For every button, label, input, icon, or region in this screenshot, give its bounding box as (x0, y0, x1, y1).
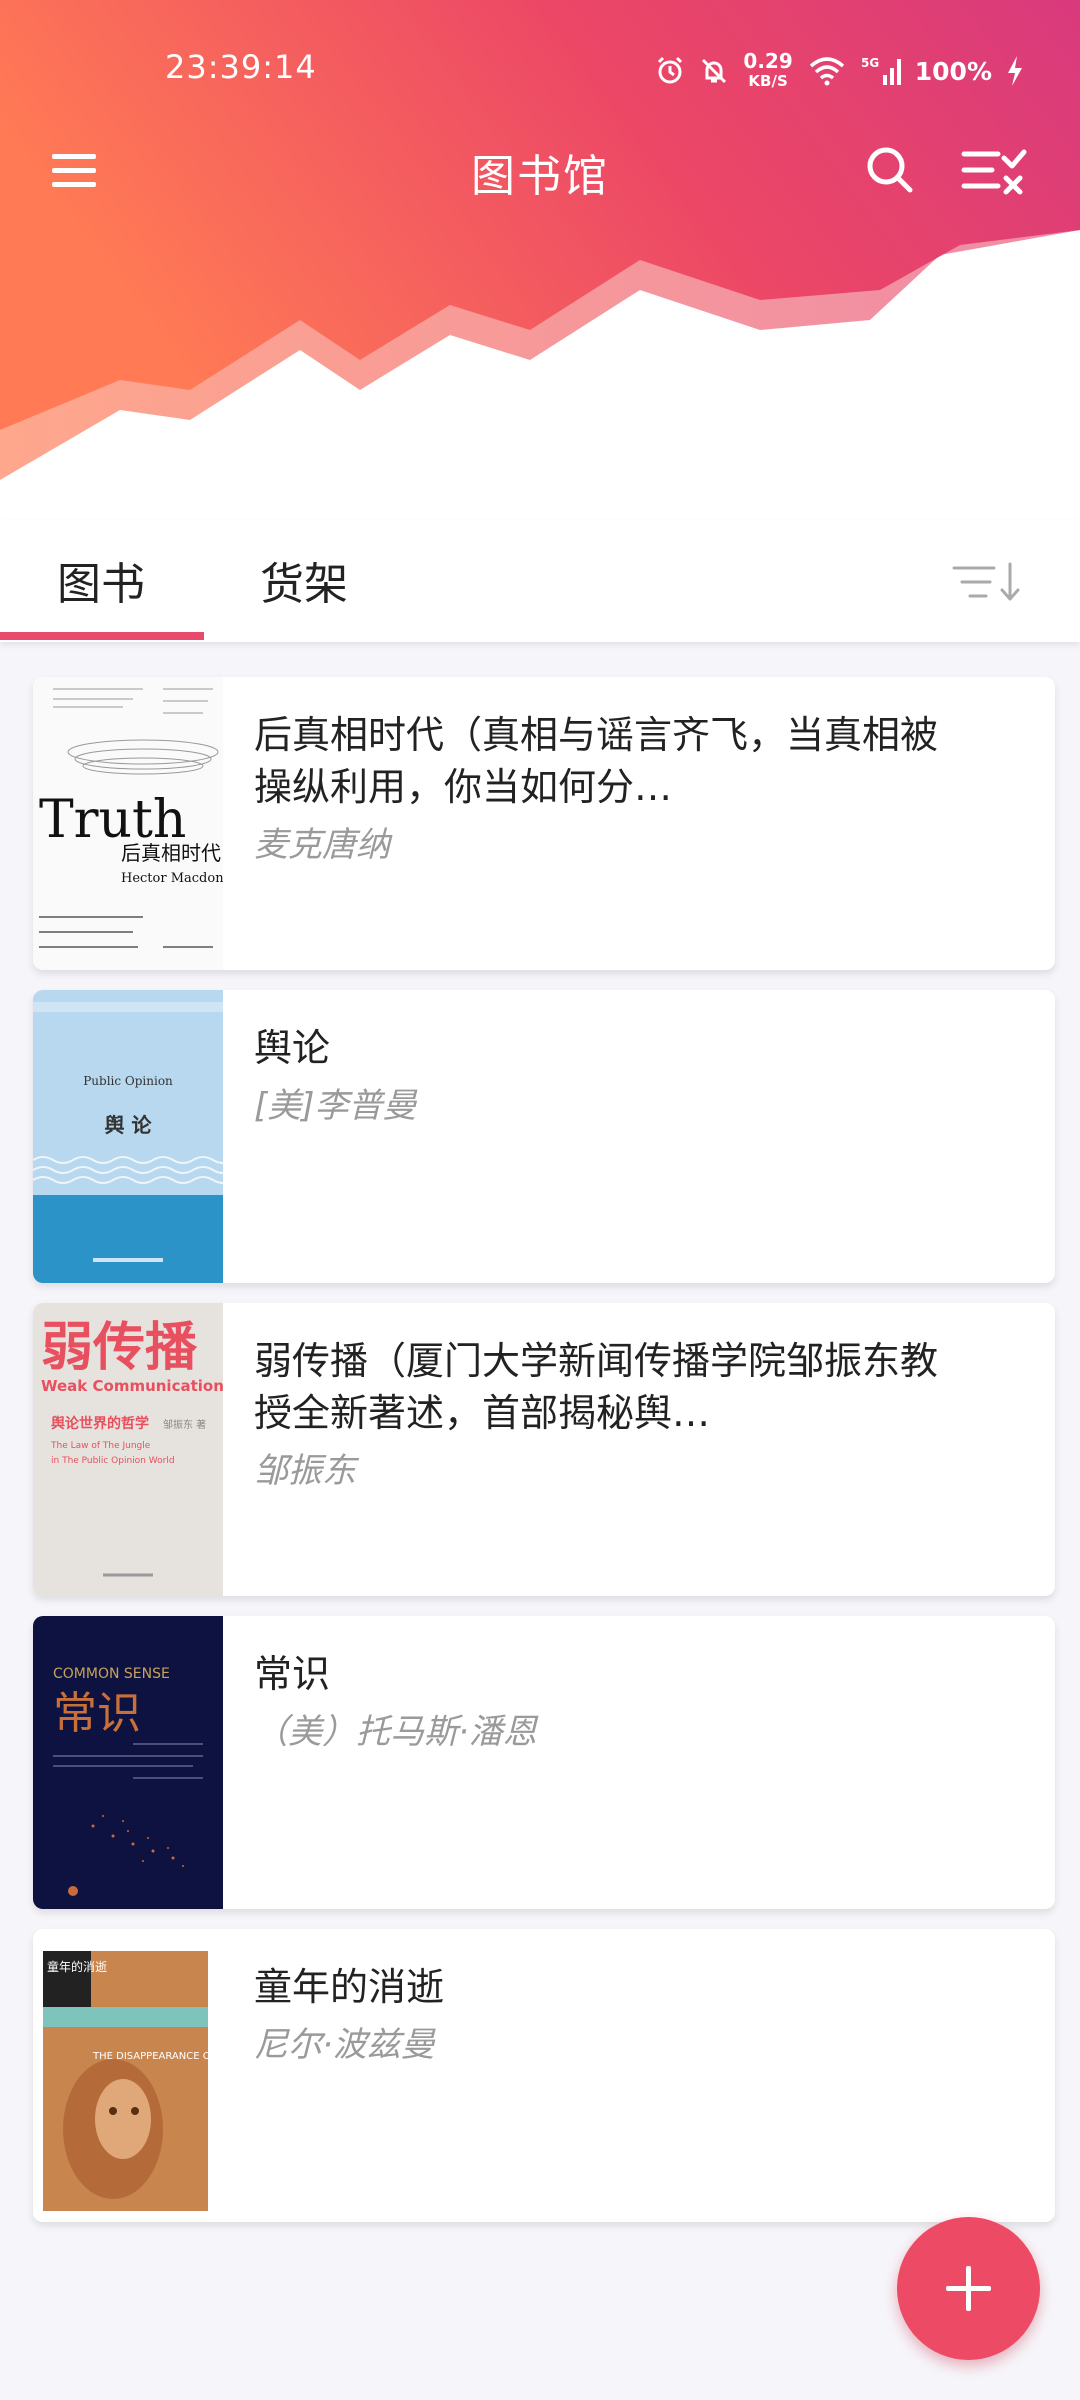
tab-indicator (0, 632, 204, 640)
svg-text:Public Opinion: Public Opinion (83, 1074, 173, 1088)
svg-text:舆论世界的哲学: 舆论世界的哲学 (51, 1415, 149, 1432)
app-bar: 图书馆 (0, 130, 1080, 210)
mute-icon (702, 58, 727, 84)
book-card[interactable]: 弱传播 Weak Communication 舆论世界的哲学 邹振东 著 The… (33, 1303, 1055, 1596)
book-card[interactable]: Public Opinion 舆 论 舆论 [美]李普曼 (33, 990, 1055, 1283)
svg-text:Hector Macdonald: Hector Macdonald (121, 871, 223, 886)
select-check-icon[interactable] (958, 138, 1028, 202)
tab-bar: 图书 货架 (0, 520, 1080, 642)
svg-text:in The Public Opinion World: in The Public Opinion World (51, 1456, 175, 1466)
alarm-icon (658, 56, 683, 84)
book-card[interactable]: COMMON SENSE 常识 常识 （美）托马斯·潘恩 (33, 1616, 1055, 1909)
book-author: 麦克唐纳 (254, 825, 390, 865)
wifi-icon (809, 57, 844, 86)
svg-text:COMMON SENSE: COMMON SENSE (53, 1666, 170, 1682)
svg-text:常识: 常识 (53, 1688, 141, 1739)
book-title: 常识 (254, 1652, 331, 1696)
svg-text:后真相时代: 后真相时代 (121, 841, 221, 865)
book-title: 舆论 (254, 1026, 331, 1070)
book-card[interactable]: 童年的消逝 THE DISAPPEARANCE OF CHILDHOOD 童年的… (33, 1929, 1055, 2222)
status-bar: 23:39:14 0.29 KB/S 5G 100% (0, 40, 1080, 100)
book-cover-childhood: 童年的消逝 THE DISAPPEARANCE OF CHILDHOOD (33, 1929, 223, 2222)
book-title: 后真相时代（真相与谣言齐飞，当真相被操纵利用，你当如何分… (254, 713, 939, 809)
svg-text:邹振东 著: 邹振东 著 (163, 1418, 206, 1431)
battery-level: 100% (914, 56, 992, 86)
book-cover-weak-communication: 弱传播 Weak Communication 舆论世界的哲学 邹振东 著 The… (33, 1303, 223, 1596)
status-icons: 0.29 KB/S 5G 100% (655, 46, 1024, 96)
svg-text:Weak Communication: Weak Communication (41, 1377, 223, 1395)
book-title: 童年的消逝 (254, 1965, 445, 2009)
status-time: 23:39:14 (165, 48, 317, 86)
book-author: （美）托马斯·潘恩 (254, 1712, 537, 1752)
add-book-button[interactable] (897, 2217, 1040, 2360)
book-cover-public-opinion: Public Opinion 舆 论 (33, 990, 223, 1283)
book-author: [美]李普曼 (254, 1086, 417, 1126)
charging-icon (1008, 56, 1022, 86)
book-author: 邹振东 (254, 1451, 356, 1491)
network-speed: 0.29 KB/S (743, 49, 793, 90)
svg-text:5G: 5G (861, 56, 879, 70)
search-icon[interactable] (858, 138, 922, 202)
book-card[interactable]: Truth 后真相时代 Hector Macdonald 后真相时代（真相与谣言… (33, 677, 1055, 970)
svg-text:童年的消逝: 童年的消逝 (47, 1959, 107, 1974)
book-cover-common-sense: COMMON SENSE 常识 (33, 1616, 223, 1909)
signal-5g-icon: 5G (861, 56, 901, 85)
book-author: 尼尔·波兹曼 (254, 2025, 435, 2065)
svg-text:弱传播: 弱传播 (41, 1318, 198, 1378)
sort-icon[interactable] (950, 558, 1026, 608)
svg-text:The Law of The Jungle: The Law of The Jungle (50, 1441, 151, 1451)
tab-books[interactable]: 图书 (57, 548, 145, 612)
book-title: 弱传播（厦门大学新闻传播学院邹振东教授全新著述，首部揭秘舆… (254, 1339, 939, 1435)
book-cover-truth: Truth 后真相时代 Hector Macdonald (33, 677, 223, 970)
svg-text:舆 论: 舆 论 (105, 1113, 153, 1137)
tab-shelf[interactable]: 货架 (260, 548, 348, 612)
